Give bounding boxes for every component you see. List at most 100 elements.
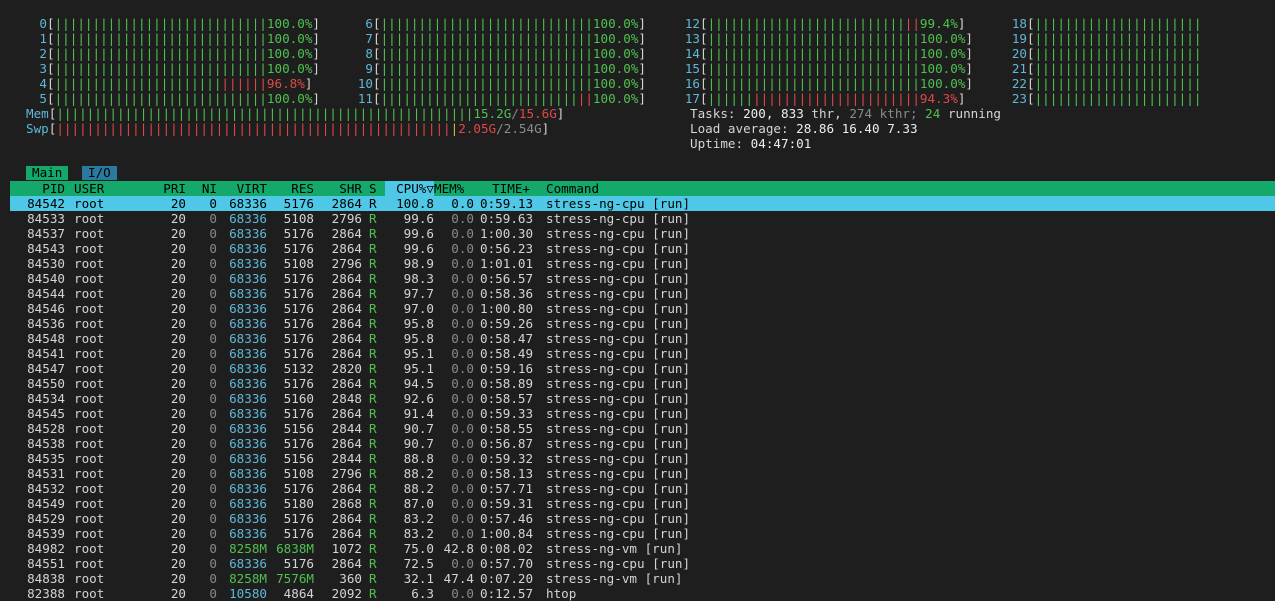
col-shr[interactable]: SHR (316, 181, 362, 196)
meter-bracket-close: ] (965, 31, 973, 46)
table-row[interactable]: 84533 root 20 0 68336 5108 2796 R 99.6 0.0 0:59.63… (10, 211, 1275, 226)
cell-cpu: 83.2 (403, 526, 434, 541)
table-row[interactable]: 84535 root 20 0 68336 5156 2844 R 88.8 0.0 0:59.32… (10, 451, 1275, 466)
table-row[interactable]: 84530 root 20 0 68336 5108 2796 R 98.9 0.0 1:01.01… (10, 256, 1275, 271)
table-row[interactable]: 84538 root 20 0 68336 5176 2864 R 90.7 0.0 0:56.87… (10, 436, 1275, 451)
cell-res: 5176 (283, 271, 314, 286)
cpu-meter: 11[||||||||||||||||||||||||||||100.0%] (336, 91, 646, 106)
col-user[interactable]: USER (74, 181, 104, 196)
cell-pri: 20 (170, 466, 186, 481)
cell-command: stress-ng-cpu [run] (546, 556, 690, 571)
col-time[interactable]: TIME+ (480, 181, 530, 196)
meter-bracket-close: ] (312, 16, 320, 31)
table-row[interactable]: 84982 root 20 0 8258M 6838M 1072 R 75.0 42.8 0:08.… (10, 541, 1275, 556)
command-arg: [run] (652, 241, 691, 256)
command-arg: [run] (652, 196, 691, 211)
table-row[interactable]: 84542 root 20 0 68336 5176 2864 R 100.8 0.0 0:59.1… (10, 196, 1275, 211)
col-virt[interactable]: VIRT (220, 181, 267, 196)
col-pid[interactable]: PID (10, 181, 65, 196)
cpu-user-bar: |||||||||||||||||||||||||||| (707, 31, 920, 46)
cell-pri: 20 (170, 496, 186, 511)
meter-bracket-open: [ (47, 46, 55, 61)
cell-ni: 0 (209, 541, 217, 556)
table-row[interactable]: 84541 root 20 0 68336 5176 2864 R 95.1 0.0 0:58.49… (10, 346, 1275, 361)
table-row[interactable]: 84534 root 20 0 68336 5160 2848 R 92.6 0.0 0:58.57… (10, 391, 1275, 406)
col-command[interactable]: Command (546, 181, 599, 196)
table-row[interactable]: 84528 root 20 0 68336 5156 2844 R 90.7 0.0 0:58.55… (10, 421, 1275, 436)
cpu-percent: 99.4% (919, 16, 958, 31)
kthreads-label: kthr; (879, 106, 918, 121)
command-arg: [run] (652, 496, 691, 511)
cell-pid: 84535 (27, 451, 65, 466)
table-row[interactable]: 84537 root 20 0 68336 5176 2864 R 99.6 0.0 1:00.30… (10, 226, 1275, 241)
cpu-label: 4 (39, 76, 47, 91)
cell-time: 0:59.31 (480, 496, 534, 511)
col-res[interactable]: RES (268, 181, 314, 196)
tab-io[interactable]: I/O (82, 166, 117, 180)
table-row[interactable]: 84536 root 20 0 68336 5176 2864 R 95.8 0.0 0:59.26… (10, 316, 1275, 331)
cell-user: root (74, 436, 105, 451)
cpu-system-bar: || (904, 16, 920, 31)
command-name: htop (546, 586, 577, 601)
cell-mem: 0.0 (451, 481, 474, 496)
cpu-label: 9 (365, 61, 373, 76)
meter-bracket-open: [ (47, 76, 55, 91)
table-row[interactable]: 84549 root 20 0 68336 5180 2868 R 87.0 0.0 0:59.31… (10, 496, 1275, 511)
table-row[interactable]: 84547 root 20 0 68336 5132 2820 R 95.1 0.0 0:59.16… (10, 361, 1275, 376)
cell-mem: 0.0 (451, 316, 474, 331)
table-row[interactable]: 84545 root 20 0 68336 5176 2864 R 91.4 0.0 0:59.33… (10, 406, 1275, 421)
table-row[interactable]: 84546 root 20 0 68336 5176 2864 R 97.0 0.0 1:00.80… (10, 301, 1275, 316)
cell-virt: 68336 (229, 196, 267, 211)
cell-command: stress-ng-cpu [run] (546, 346, 690, 361)
cell-res: 5176 (283, 286, 314, 301)
cell-pid: 84838 (27, 571, 65, 586)
cell-virt: 68336 (229, 316, 267, 331)
cell-mem: 42.8 (443, 541, 474, 556)
mem-total: 15.6G (518, 106, 557, 121)
cell-virt: 68336 (229, 361, 267, 376)
cell-s: R (369, 466, 377, 481)
col-mem[interactable]: MEM% (434, 181, 464, 196)
cpu-meter: 21[|||||||||||||||||||||| (990, 61, 1202, 76)
cell-pid: 84549 (27, 496, 65, 511)
cpu-meter: 6[||||||||||||||||||||||||||||100.0%] (336, 16, 646, 31)
cell-cpu: 72.5 (403, 556, 434, 571)
table-row[interactable]: 84539 root 20 0 68336 5176 2864 R 83.2 0.0 1:00.84… (10, 526, 1275, 541)
table-row[interactable]: 84531 root 20 0 68336 5108 2796 R 88.2 0.0 0:58.13… (10, 466, 1275, 481)
cell-user: root (74, 271, 105, 286)
table-row[interactable]: 84838 root 20 0 8258M 7576M 360 R 32.1 47.4 0:07.2… (10, 571, 1275, 586)
meter-bracket-open: [ (373, 61, 381, 76)
cell-ni: 0 (209, 586, 217, 601)
cell-ni: 0 (209, 391, 217, 406)
load-average: Load average: 28.86 16.40 7.33 (690, 121, 918, 136)
cell-time: 0:58.13 (480, 466, 534, 481)
col-cpu-sorted[interactable]: CPU%▽ (385, 181, 434, 196)
load-15min: 7.33 (887, 121, 918, 136)
table-row[interactable]: 84540 root 20 0 68336 5176 2864 R 98.3 0.0 0:56.57… (10, 271, 1275, 286)
table-row[interactable]: 84544 root 20 0 68336 5176 2864 R 97.7 0.0 0:58.36… (10, 286, 1275, 301)
meter-bracket-open: [ (1027, 16, 1035, 31)
cell-cpu: 87.0 (403, 496, 434, 511)
cpu-meter: 23[|||||||||||||||||||||| (990, 91, 1202, 106)
col-state[interactable]: S (369, 181, 377, 196)
table-row[interactable]: 82388 root 20 0 10580 4864 2092 R 6.3 0.0 0:12.57 h… (10, 586, 1275, 601)
cell-s: R (369, 331, 377, 346)
cell-command: stress-ng-cpu [run] (546, 241, 690, 256)
table-row[interactable]: 84529 root 20 0 68336 5176 2864 R 83.2 0.0 0:57.46… (10, 511, 1275, 526)
table-row[interactable]: 84543 root 20 0 68336 5176 2864 R 99.6 0.0 0:56.23… (10, 241, 1275, 256)
cell-ni: 0 (209, 271, 217, 286)
table-row[interactable]: 84550 root 20 0 68336 5176 2864 R 94.5 0.0 0:58.89… (10, 376, 1275, 391)
table-row[interactable]: 84551 root 20 0 68336 5176 2864 R 72.5 0.0 0:57.70… (10, 556, 1275, 571)
command-arg: [run] (652, 211, 691, 226)
command-name: stress-ng-cpu (546, 361, 645, 376)
col-ni[interactable]: NI (190, 181, 217, 196)
cell-mem: 0.0 (451, 466, 474, 481)
cell-pri: 20 (170, 406, 186, 421)
tab-main[interactable]: Main (26, 166, 69, 180)
table-row[interactable]: 84532 root 20 0 68336 5176 2864 R 88.2 0.0 0:57.71… (10, 481, 1275, 496)
col-pri[interactable]: PRI (154, 181, 186, 196)
table-row[interactable]: 84548 root 20 0 68336 5176 2864 R 95.8 0.0 0:58.47… (10, 331, 1275, 346)
cell-shr: 2092 (331, 586, 362, 601)
cell-pid: 84532 (27, 481, 65, 496)
cell-res: 6838M (276, 541, 314, 556)
